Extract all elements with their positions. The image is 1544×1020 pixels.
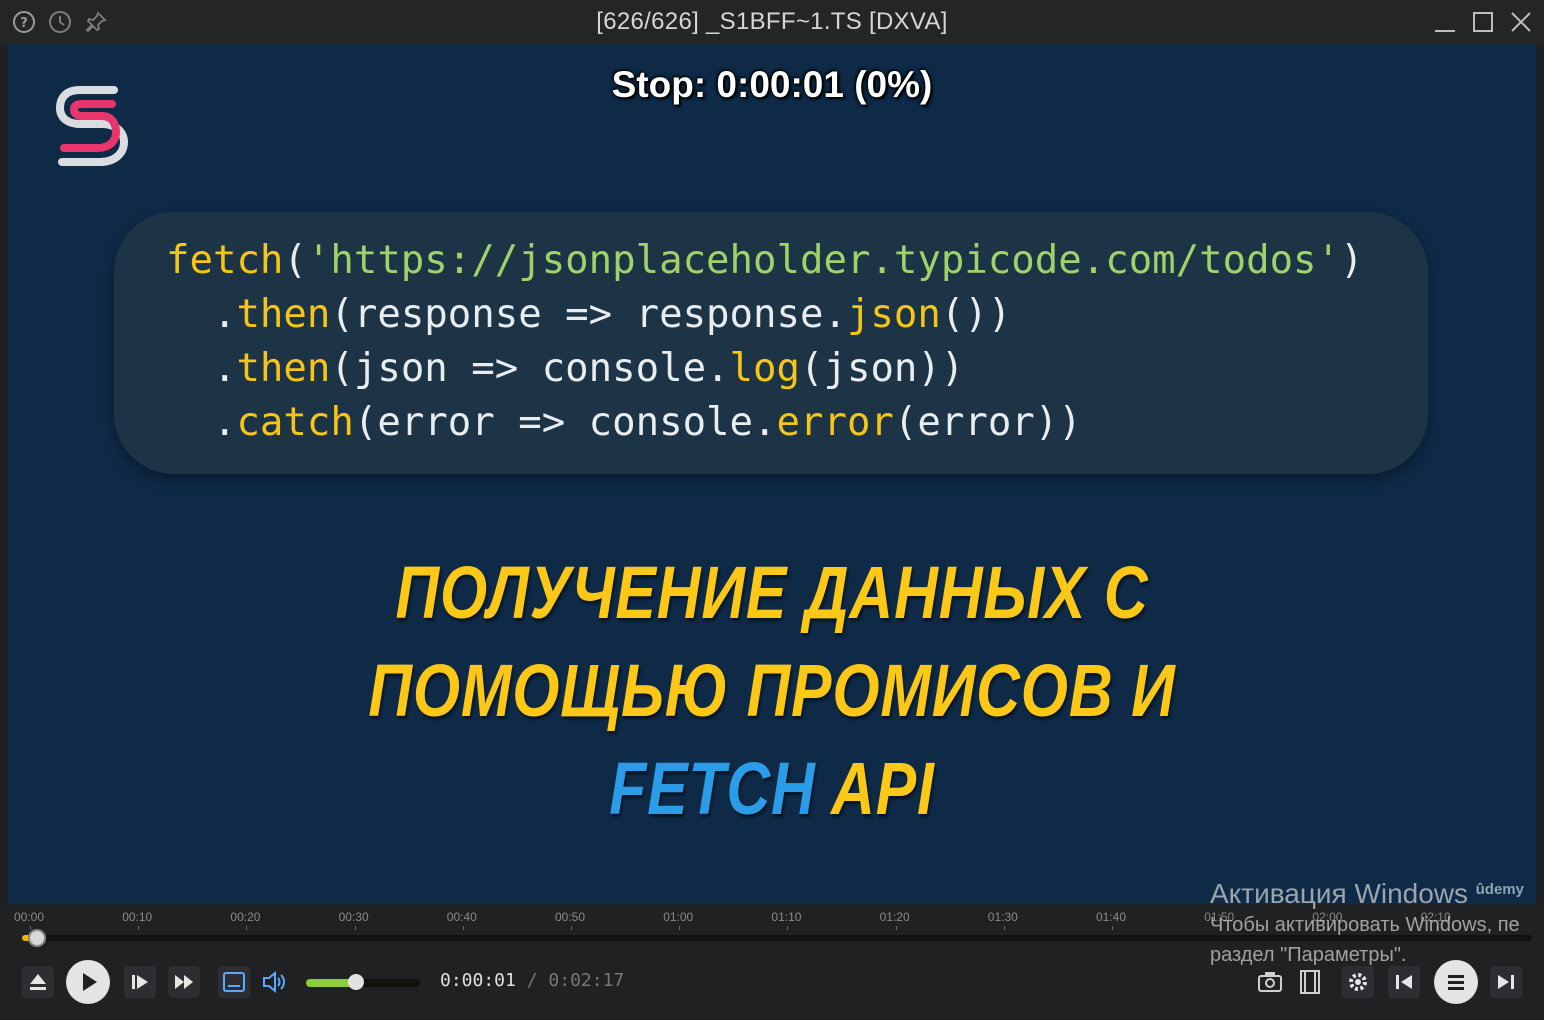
code-block: fetch('https://jsonplaceholder.typicode.… — [114, 212, 1428, 474]
brand-logo — [52, 78, 132, 172]
code-line-3: .then(json => console.log(json)) — [212, 346, 965, 391]
timeline-tick-label: 01:30 — [987, 910, 1018, 924]
timeline-tick-mark — [138, 926, 140, 930]
seek-handle[interactable] — [28, 929, 46, 947]
play-icon[interactable] — [66, 960, 110, 1004]
maximize-icon[interactable] — [1470, 8, 1496, 36]
timeline-tick-label: 00:10 — [122, 910, 153, 924]
time-separator: / — [526, 970, 538, 991]
watermark-line-1: Чтобы активировать Windows, пе — [1210, 914, 1520, 936]
eject-icon[interactable] — [22, 966, 54, 998]
close-icon[interactable] — [1508, 8, 1534, 36]
volume-icon[interactable] — [258, 966, 290, 998]
osd-status: Stop: 0:00:01 (0%) — [611, 64, 933, 105]
timeline-tick-mark — [571, 926, 572, 930]
timeline-tick-label: 00:20 — [230, 910, 261, 924]
current-time: 0:00:01 — [440, 970, 516, 991]
timeline-tick-mark — [354, 926, 356, 930]
windows-activation-watermark: Активация Windows Чтобы активировать Win… — [1210, 878, 1520, 970]
timeline-tick-mark — [246, 926, 248, 930]
volume-handle[interactable] — [348, 974, 364, 990]
video-frame[interactable]: Stop: 0:00:01 (0%) fetch('https://jsonpl… — [8, 44, 1536, 904]
code-line-2: .then(response => response.json()) — [212, 292, 1012, 337]
duration: 0:02:17 — [548, 970, 625, 991]
headline-line-1: ПОЛУЧЕНИЕ ДАННЫХ С — [395, 551, 1149, 634]
headline-line-3: FETCH API — [609, 747, 935, 830]
next-icon[interactable] — [1490, 966, 1522, 998]
timeline-tick-label: 01:40 — [1096, 910, 1127, 924]
film-icon[interactable] — [1294, 966, 1326, 998]
timeline-tick-mark — [1003, 926, 1005, 930]
video-headline: ПОЛУЧЕНИЕ ДАННЫХ С ПОМОЩЬЮ ПРОМИСОВ И FE… — [146, 544, 1399, 838]
minimize-icon[interactable] — [1432, 8, 1458, 36]
previous-icon[interactable] — [1388, 966, 1420, 998]
timeline-tick-mark — [787, 926, 789, 930]
watermark-line-2: раздел "Параметры". — [1210, 944, 1407, 966]
timeline-tick-label: 01:10 — [771, 910, 802, 924]
fast-forward-icon[interactable] — [168, 966, 200, 998]
timeline-tick-label: 01:00 — [663, 910, 694, 924]
timeline-tick-label: 00:50 — [555, 910, 586, 924]
timeline-tick-mark — [462, 926, 464, 930]
code-line-1: fetch('https://jsonplaceholder.typicode.… — [166, 238, 1364, 283]
settings-icon[interactable] — [1342, 966, 1374, 998]
subtitles-icon[interactable] — [218, 966, 250, 998]
timeline-tick-label: 01:20 — [879, 910, 910, 924]
step-forward-icon[interactable] — [124, 966, 156, 998]
timeline-tick-mark — [895, 926, 897, 930]
code-line-4: .catch(error => console.error(error)) — [212, 400, 1082, 445]
time-display: 0:00:01 / 0:02:17 — [440, 970, 624, 991]
watermark-title: Активация Windows — [1210, 878, 1469, 909]
timeline-tick-label: 00:30 — [338, 910, 369, 924]
title-bar: ? [626/626] _S1BFF~1.TS [DXVA] — [0, 0, 1544, 44]
timeline-tick-label: 00:40 — [446, 910, 477, 924]
timeline-tick-label: 00:00 — [14, 910, 45, 924]
headline-line-2: ПОМОЩЬЮ ПРОМИСОВ И — [368, 649, 1176, 732]
timeline-tick-mark — [1112, 926, 1113, 930]
screenshot-icon[interactable] — [1254, 966, 1286, 998]
timeline-tick-mark — [30, 926, 31, 930]
window-title: [626/626] _S1BFF~1.TS [DXVA] — [596, 8, 948, 35]
timeline-tick-mark — [679, 926, 681, 930]
